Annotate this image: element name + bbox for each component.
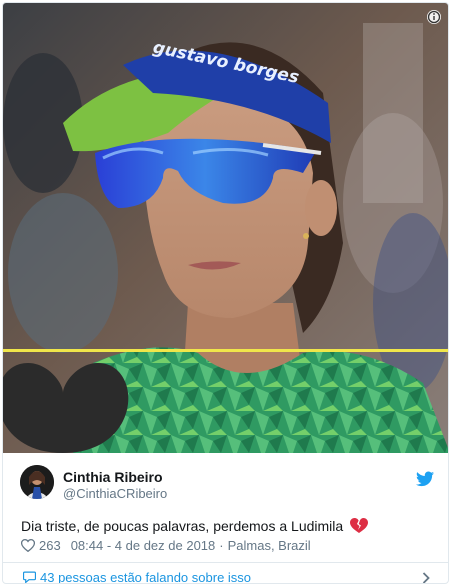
avatar[interactable] [20,465,54,499]
speech-bubble-icon [23,571,36,583]
like-count: 263 [39,538,61,553]
twitter-bird-icon[interactable] [416,471,434,487]
meta-separator: · [219,538,224,553]
tweet-text-content: Dia triste, de poucas palavras, perdemos… [21,518,344,534]
tweet-photo[interactable]: gustavo borges [3,3,448,453]
author-name[interactable]: Cinthia Ribeiro [63,469,163,485]
like-button[interactable]: 263 [21,538,61,553]
athlete-photo: gustavo borges [3,3,448,453]
tweet-text: Dia triste, de poucas palavras, perdemos… [21,518,369,534]
tweet-author: Cinthia Ribeiro @CinthiaCRibeiro [3,453,448,513]
conversation-link[interactable]: 43 pessoas estão falando sobre isso [3,563,448,584]
tweet-location[interactable]: Palmas, Brazil [228,538,311,553]
heart-outline-icon [21,539,35,552]
author-handle[interactable]: @CinthiaCRibeiro [63,486,167,501]
broken-heart-emoji [350,518,369,533]
chevron-right-icon [422,572,430,583]
tweet-card: gustavo borges Cinthia Ribeiro @CinthiaC… [2,2,449,584]
tweet-metadata: 263 08:44 - 4 de dez de 2018 · Palmas, B… [21,538,311,553]
tweet-timestamp[interactable]: 08:44 - 4 de dez de 2018 [71,538,216,553]
conversation-label: 43 pessoas estão falando sobre isso [40,570,252,584]
info-icon[interactable] [426,9,442,25]
